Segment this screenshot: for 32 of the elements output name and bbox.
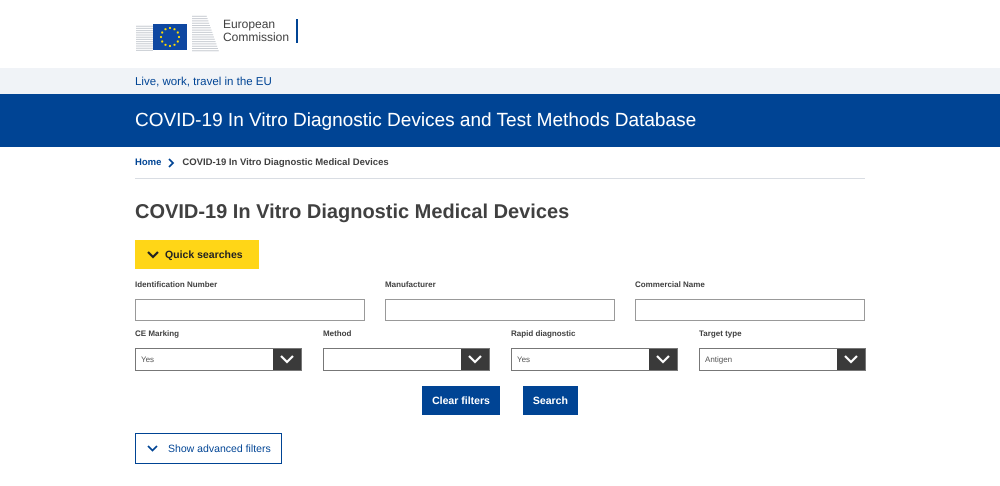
breadcrumb-link[interactable]: Home [135, 157, 162, 168]
chevron-down-icon [844, 355, 858, 364]
field-label: Target type [699, 329, 743, 340]
select-field[interactable]: Yes [511, 348, 678, 371]
clear-filters-button[interactable]: Clear filters [422, 386, 500, 415]
select-field[interactable] [323, 348, 490, 371]
chevron-down-icon [147, 445, 158, 452]
input-field[interactable] [135, 299, 365, 321]
chevron-down-icon [656, 355, 670, 364]
advanced-filters-button[interactable]: Show advanced filters [135, 433, 282, 464]
field-label: Identification Number [135, 280, 218, 291]
site-link[interactable]: Live, work, travel in the EU [135, 76, 272, 88]
search-button[interactable]: Search [522, 386, 578, 415]
field-label: CE Marking [135, 329, 180, 340]
chevron-right-icon [168, 158, 176, 168]
logo-text: Commission [223, 31, 290, 44]
field-label: Method [323, 329, 352, 340]
field-label: Manufacturer [385, 280, 437, 291]
quick-searches-button[interactable]: Quick searches [135, 240, 259, 269]
field-label: Commercial Name [635, 280, 706, 291]
select-field[interactable]: Yes [135, 348, 302, 371]
chevron-down-icon [147, 250, 159, 258]
logo-text: European [223, 18, 276, 31]
input-field[interactable] [385, 299, 615, 321]
input-field[interactable] [635, 299, 865, 321]
select-field[interactable]: Antigen [699, 348, 866, 371]
chevron-down-icon [280, 355, 294, 364]
page-title: COVID-19 In Vitro Diagnostic Medical Devices [135, 201, 570, 224]
chevron-down-icon [468, 355, 482, 364]
breadcrumb-current: COVID-19 In Vitro Diagnostic Medical Devices [182, 157, 389, 168]
site-title: COVID-19 In Vitro Diagnostic Devices and Test Methods Database [135, 110, 696, 130]
field-label: Rapid diagnostic [511, 329, 576, 340]
